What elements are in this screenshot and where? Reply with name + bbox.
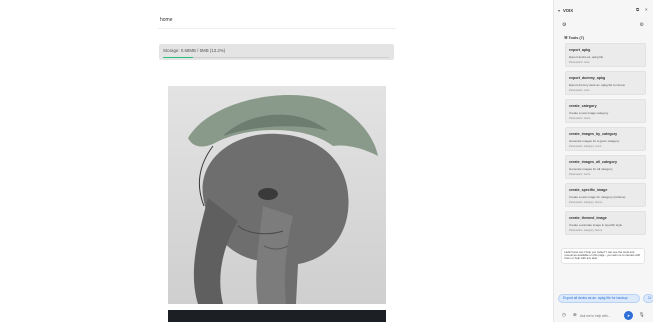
home-link[interactable]: home (160, 17, 173, 23)
tool-name: create_images_all_category (569, 160, 617, 164)
tools-header[interactable]: ⚒ Tools (7) (564, 35, 584, 40)
attach-icon[interactable]: ⊕ (573, 312, 577, 318)
tool-card-export-apkg[interactable]: export_apkg Export decks as .apkg file P… (565, 43, 646, 67)
tool-params: Parameters: none (569, 60, 590, 64)
tool-description: Create a new image for category (retriev… (569, 195, 626, 199)
tool-params: Parameters: category, theme (569, 228, 603, 232)
main-content: home Storage: 0.68MB / 5MB (13.2%) (0, 0, 553, 322)
tool-name: create_images_by_category (569, 132, 618, 136)
storage-text: Storage: 0.68MB / 5MB (13.2%) (163, 48, 226, 53)
tool-params: Parameters: name (569, 116, 591, 120)
divider (158, 28, 396, 29)
suggestion-chip-2[interactable]: Cr (643, 294, 653, 303)
tool-card-export-dummy-apkg[interactable]: export_dummy_apkg Export dummy deck as .… (565, 71, 646, 95)
microphone-icon[interactable]: 🎙 (639, 312, 645, 318)
tool-card-create-specific-image[interactable]: create_specific_image Create a new image… (565, 183, 646, 207)
tool-name: export_apkg (569, 48, 591, 52)
send-button[interactable]: ➤ (624, 311, 633, 320)
chat-input-bar: ◷ ⊕ ➤ 🎙 (554, 306, 653, 322)
panel-title: VOIX (563, 8, 574, 13)
tool-params: Parameters: category, count (569, 144, 602, 148)
second-image[interactable] (168, 310, 386, 322)
tool-name: create_themed_image (569, 216, 607, 220)
chat-input[interactable] (580, 312, 624, 319)
assistant-message: Hello! How can I help you today? I can s… (561, 248, 645, 264)
tool-description: Export decks as .apkg file (569, 55, 604, 59)
tool-description: Generate images for all category (569, 167, 613, 171)
storage-indicator: Storage: 0.68MB / 5MB (13.2%) (159, 44, 394, 60)
tool-params: Parameters: count (569, 172, 591, 176)
tools-header-label: Tools (7) (568, 36, 585, 40)
gear-icon[interactable]: ⚙ (640, 22, 644, 28)
logo-icon: ⚙ (562, 22, 567, 28)
chevron-down-icon[interactable]: ▾ (558, 8, 560, 13)
voix-panel: ▾ VOIX ⧉ × ⚙ ⚙ ⚒ Tools (7) export_apkg E… (553, 0, 653, 322)
tool-card-create-images-by-category[interactable]: create_images_by_category Generate image… (565, 127, 646, 151)
elephant-image[interactable] (168, 86, 386, 304)
tool-name: create_category (569, 104, 597, 108)
storage-bar (163, 56, 389, 58)
tool-card-create-category[interactable]: create_category Create a new image categ… (565, 99, 646, 123)
elephant-illustration (168, 86, 386, 304)
tool-params: Parameters: none (569, 88, 590, 92)
history-icon[interactable]: ◷ (562, 312, 566, 318)
suggestion-chip[interactable]: Export all decks as an .apkg file for ba… (558, 294, 640, 303)
tool-name: export_dummy_apkg (569, 76, 606, 80)
tool-card-create-themed-image[interactable]: create_themed_image Create a animate ima… (565, 211, 646, 235)
minimize-icon[interactable]: ⧉ (636, 7, 639, 12)
tool-card-create-images-all-category[interactable]: create_images_all_category Generate imag… (565, 155, 646, 179)
tool-name: create_specific_image (569, 188, 608, 192)
tool-description: Create a new image category (569, 111, 609, 115)
tool-description: Create a animate image in specific style (569, 223, 623, 227)
storage-bar-fill (163, 56, 193, 58)
close-icon[interactable]: × (645, 7, 648, 12)
panel-header: ▾ VOIX ⧉ × (554, 0, 653, 20)
tool-description: Generate images for a given category (569, 139, 620, 143)
tool-description: Export dummy deck as .apkg file for demo (569, 83, 626, 87)
tool-params: Parameters: category, theme (569, 200, 603, 204)
